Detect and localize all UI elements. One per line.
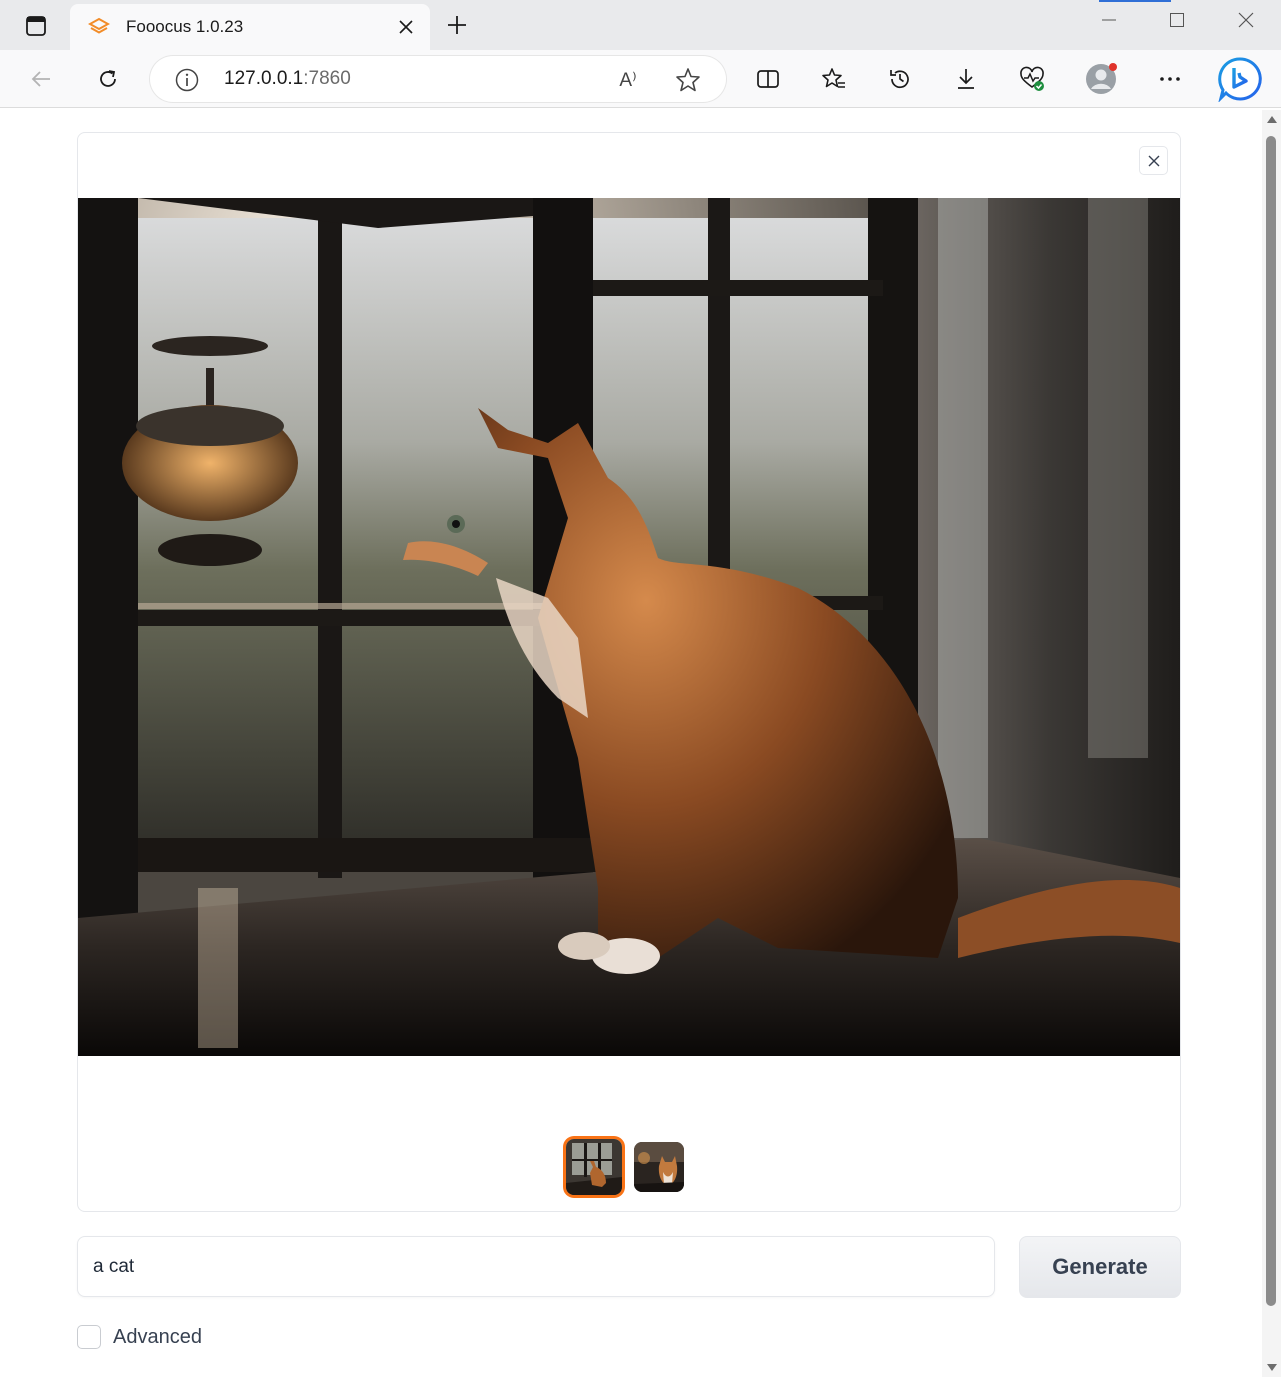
url-text[interactable]: 127.0.0.1:7860	[224, 68, 351, 90]
site-info-icon[interactable]	[174, 67, 200, 93]
browser-tab[interactable]: Fooocus 1.0.23	[70, 4, 430, 50]
thumbnail-strip	[566, 1139, 684, 1195]
cat-window-thumbnail-image	[566, 1139, 622, 1195]
prompt-textbox[interactable]	[77, 1236, 995, 1297]
scrollbar-thumb[interactable]	[1266, 136, 1276, 1306]
generated-image-preview[interactable]	[78, 198, 1180, 1056]
new-tab-icon[interactable]	[442, 10, 472, 40]
close-window-icon[interactable]	[1223, 0, 1269, 40]
split-screen-icon[interactable]	[751, 62, 785, 96]
thumbnail-1-selected[interactable]	[566, 1139, 622, 1195]
close-tab-icon[interactable]	[394, 15, 418, 39]
close-icon	[1148, 155, 1159, 166]
url-host: 127.0.0.1	[224, 68, 304, 89]
address-bar[interactable]: 127.0.0.1:7860 A⁾	[150, 56, 726, 102]
cat-portrait-thumbnail-image	[634, 1142, 684, 1192]
browser-tab-bar: Fooocus 1.0.23	[0, 0, 1281, 50]
profile-avatar-icon[interactable]	[1084, 62, 1118, 96]
advanced-checkbox[interactable]	[77, 1325, 101, 1349]
add-favorite-icon[interactable]	[674, 66, 702, 94]
cat-at-window-image	[78, 198, 1180, 1056]
generate-button[interactable]: Generate	[1019, 1236, 1181, 1298]
url-port: :7860	[303, 68, 351, 89]
prompt-input[interactable]	[93, 1237, 973, 1296]
browser-toolbar: 127.0.0.1:7860 A⁾	[0, 50, 1281, 108]
scroll-down-arrow-icon[interactable]	[1267, 1364, 1277, 1371]
refresh-icon[interactable]	[91, 62, 125, 96]
maximize-icon[interactable]	[1154, 0, 1200, 40]
favorites-icon[interactable]	[817, 62, 851, 96]
advanced-toggle[interactable]: Advanced	[77, 1325, 202, 1349]
browser-essentials-icon[interactable]	[1015, 62, 1049, 96]
page-scrollbar[interactable]	[1262, 110, 1281, 1377]
downloads-icon[interactable]	[949, 62, 983, 96]
back-icon[interactable]	[24, 62, 58, 96]
tab-title: Fooocus 1.0.23	[126, 17, 244, 36]
gallery-close-button[interactable]	[1139, 146, 1168, 175]
advanced-label[interactable]: Advanced	[113, 1326, 202, 1349]
thumbnail-2[interactable]	[634, 1142, 684, 1192]
fooocus-favicon-icon	[88, 17, 110, 34]
read-aloud-icon[interactable]: A⁾	[614, 66, 642, 94]
image-gallery	[77, 132, 1181, 1212]
more-options-icon[interactable]	[1153, 62, 1187, 96]
history-icon[interactable]	[883, 62, 917, 96]
scroll-up-arrow-icon[interactable]	[1267, 116, 1277, 123]
minimize-icon[interactable]	[1086, 0, 1132, 40]
copilot-icon[interactable]	[1216, 55, 1264, 103]
tab-actions-icon[interactable]	[14, 12, 58, 40]
